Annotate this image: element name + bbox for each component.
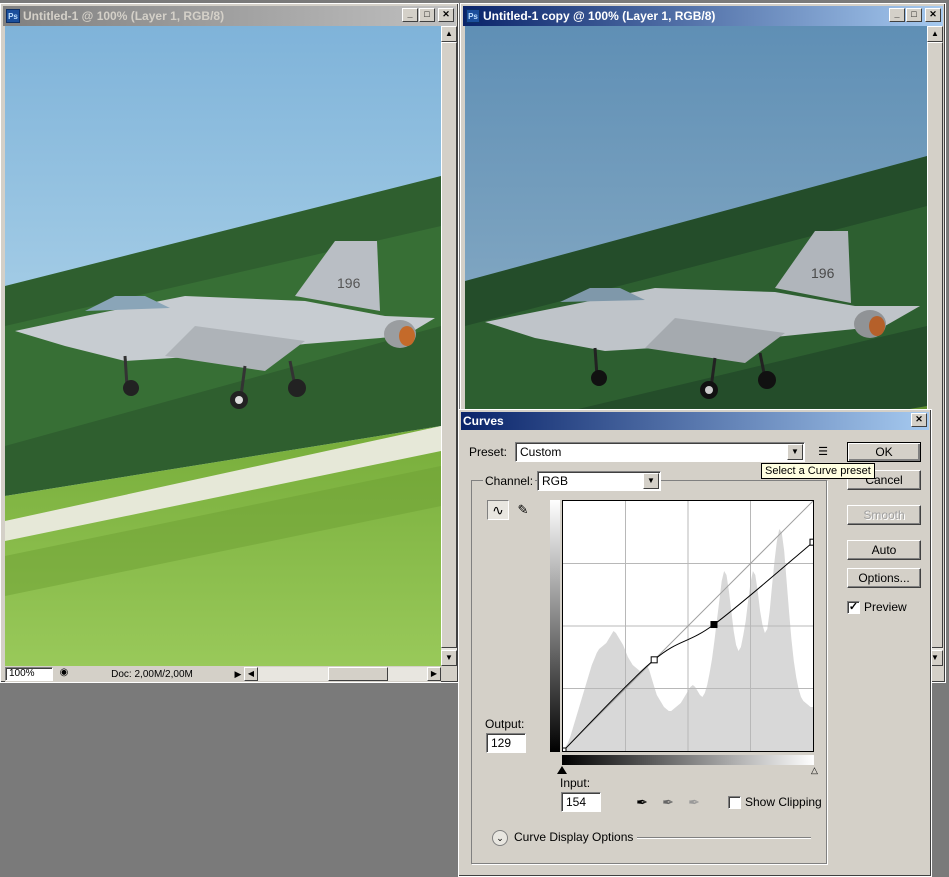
auto-button-label: Auto (871, 543, 897, 557)
curve-graph[interactable] (559, 500, 817, 755)
scroll-up-icon[interactable]: ▲ (441, 26, 457, 42)
curve-point-icon[interactable]: ∿ (487, 500, 509, 520)
curve-control-point (650, 656, 658, 664)
aircraft-number-1: 196 (337, 275, 361, 291)
options-button[interactable]: Options... (847, 568, 921, 588)
close-icon[interactable]: ✕ (911, 413, 927, 427)
smooth-button-label: Smooth (863, 508, 905, 522)
hscroll-thumb[interactable] (328, 667, 388, 681)
minimize-icon[interactable]: _ (889, 8, 905, 22)
vertical-scrollbar-1[interactable]: ▲ ▼ (441, 26, 457, 666)
chevron-down-icon[interactable]: ▼ (643, 473, 659, 489)
window-1-title: Untitled-1 @ 100% (Layer 1, RGB/8) (23, 9, 225, 23)
ok-button[interactable]: OK (847, 442, 921, 462)
curve-control-point (559, 747, 567, 755)
window-2-titlebar[interactable]: Ps Untitled-1 copy @ 100% (Layer 1, RGB/… (463, 6, 943, 26)
close-icon[interactable]: ✕ (925, 8, 941, 22)
curves-titlebar[interactable]: Curves ✕ (461, 412, 929, 430)
window-2-title: Untitled-1 copy @ 100% (Layer 1, RGB/8) (483, 9, 716, 23)
horizontal-scrollbar-1[interactable] (258, 667, 427, 681)
output-label: Output: (485, 717, 525, 731)
close-icon[interactable]: ✕ (438, 8, 454, 22)
input-gradient-bar (562, 755, 814, 765)
image-canvas-1[interactable]: 196 (5, 26, 441, 666)
output-field[interactable]: 129 (486, 733, 526, 753)
scroll-right-icon[interactable]: ▶ (427, 667, 441, 681)
maximize-icon[interactable]: □ (906, 8, 922, 22)
channel-label: Channel: (483, 474, 536, 488)
black-point-slider[interactable] (557, 766, 567, 774)
chevron-down-icon[interactable]: ⌄ (492, 830, 508, 846)
scroll-left-icon[interactable]: ◀ (244, 667, 258, 681)
doc-size-info: Doc: 2,00M/2,00M (111, 668, 193, 680)
auto-button[interactable]: Auto (847, 540, 921, 560)
maximize-icon[interactable]: □ (419, 8, 435, 22)
output-gradient-bar (550, 500, 560, 752)
smooth-button[interactable]: Smooth (847, 505, 921, 525)
channel-dropdown[interactable]: RGB ▼ (537, 471, 661, 491)
scroll-thumb[interactable] (441, 42, 457, 648)
curves-title: Curves (463, 414, 504, 428)
status-bar-1: 100% ◉ Doc: 2,00M/2,00M ▶ ◀ ▶ (5, 666, 441, 682)
gray-eyedropper-icon[interactable]: ✒ (660, 794, 676, 810)
curve-control-point (809, 538, 817, 546)
status-menu-icon[interactable]: ◉ (56, 667, 72, 681)
jet-photo-1: 196 (5, 26, 441, 666)
preset-value: Custom (520, 445, 562, 459)
zoom-field[interactable]: 100% (5, 667, 53, 681)
pencil-icon[interactable]: ✎ (513, 500, 533, 520)
photoshop-doc-icon: Ps (6, 9, 20, 23)
divider (637, 837, 811, 839)
options-button-label: Options... (858, 571, 910, 585)
curve-display-options-label[interactable]: Curve Display Options (514, 830, 633, 844)
ok-button-label: OK (875, 445, 893, 459)
aircraft-number-2: 196 (811, 265, 835, 281)
minimize-icon[interactable]: _ (402, 8, 418, 22)
black-eyedropper-icon[interactable]: ✒ (634, 794, 650, 810)
show-clipping-label[interactable]: Show Clipping (745, 795, 822, 809)
scroll-down-icon[interactable]: ▼ (441, 650, 457, 666)
preset-tooltip-text: Select a Curve preset (765, 465, 871, 477)
preset-dropdown[interactable]: Custom ▼ (515, 442, 805, 462)
preview-checkbox[interactable]: ✓ (847, 601, 860, 614)
white-eyedropper-icon[interactable]: ✒ (686, 794, 702, 810)
preset-label: Preset: (469, 445, 508, 459)
photoshop-doc-icon: Ps (466, 9, 480, 23)
preset-options-icon[interactable]: ☰ (815, 445, 831, 459)
curve-svg (559, 500, 817, 755)
preset-tooltip: Select a Curve preset (761, 463, 875, 479)
input-field[interactable]: 154 (561, 792, 601, 812)
input-label: Input: (560, 776, 591, 790)
document-window-1: Ps Untitled-1 @ 100% (Layer 1, RGB/8) _ … (0, 3, 459, 683)
show-clipping-checkbox[interactable] (728, 796, 741, 809)
white-point-slider[interactable]: △ (811, 766, 821, 775)
preview-label[interactable]: Preview (864, 600, 907, 614)
scroll-up-icon[interactable]: ▲ (927, 26, 943, 42)
status-arrow-icon[interactable]: ▶ (232, 669, 244, 680)
curve-control-point (710, 621, 718, 629)
window-1-titlebar[interactable]: Ps Untitled-1 @ 100% (Layer 1, RGB/8) _ … (3, 6, 456, 26)
channel-value: RGB (542, 474, 569, 488)
curves-dialog: Curves ✕ Preset: Custom ▼ ☰ Select a Cur… (458, 409, 932, 877)
chevron-down-icon[interactable]: ▼ (787, 444, 803, 460)
